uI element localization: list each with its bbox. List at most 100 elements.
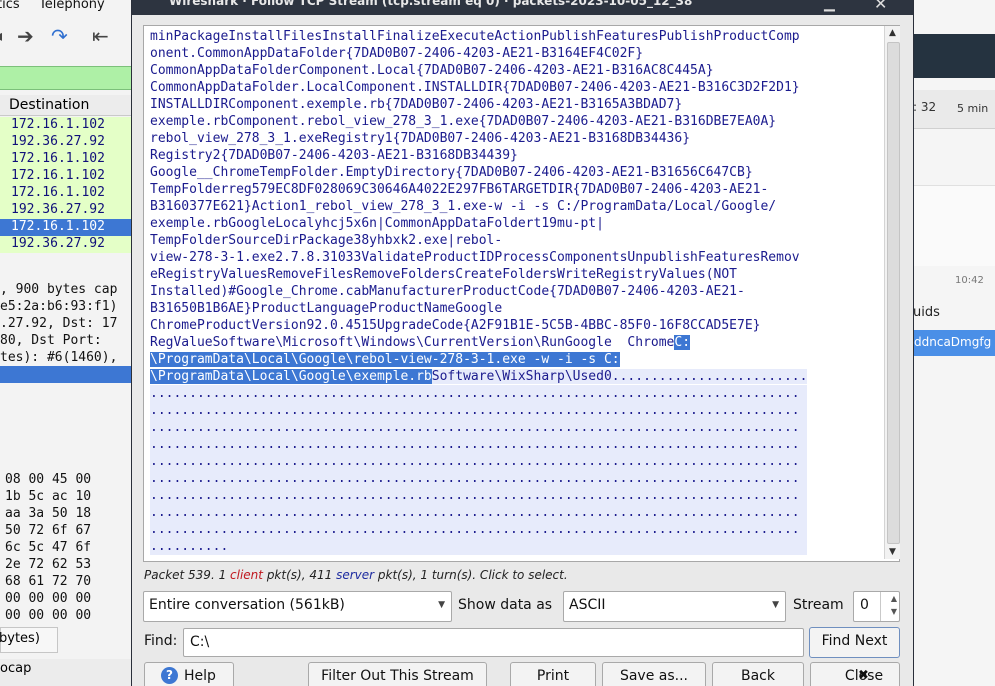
hex-bytes: 2e 72 62 53	[5, 557, 92, 572]
help-button[interactable]: ? Help	[144, 662, 234, 686]
chevron-down-icon: ▼	[772, 600, 779, 610]
stream-line: CommonAppDataFolder.LocalComponent.INSTA…	[150, 79, 807, 96]
stream-line: INSTALLDIRComponent.exemple.rb{7DAD0B07-…	[150, 96, 807, 113]
first-packet-icon[interactable]: ⇤	[92, 24, 109, 48]
background-app-right: : 32 5 min 10:42 uids ddncaDmgfg	[911, 0, 995, 686]
stream-number-spinbox[interactable]: 0 ▲ ▼	[853, 591, 900, 622]
stream-line: exemple.rbComponent.rebol_view_278_3_1.e…	[150, 113, 807, 130]
scroll-thumb[interactable]	[887, 42, 900, 544]
close-button[interactable]: ✖ Close	[810, 662, 900, 686]
arrow-right-icon[interactable]: ➔	[17, 24, 34, 48]
stream-line: ..........	[150, 538, 808, 555]
stream-line-text: Google__ChromeTempFolder.EmptyDirectory{…	[150, 165, 753, 180]
column-header-label: Destination	[9, 97, 90, 113]
find-input[interactable]	[188, 633, 792, 651]
scroll-up-icon[interactable]: ▲	[885, 26, 900, 40]
hex-bytes: 00 00 00 00	[5, 591, 92, 606]
stream-line-text: minPackageInstallFilesInstallFinalizeExe…	[150, 29, 800, 44]
packet-destination: 172.16.1.102	[11, 219, 105, 234]
print-label: Print	[536, 668, 570, 684]
packet-row[interactable]: 172.16.1.102	[0, 151, 150, 168]
stream-line: ........................................…	[150, 453, 808, 470]
conversation-select[interactable]: Entire conversation (561kB) ▼	[143, 591, 452, 622]
dialog-titlebar[interactable]: Wireshark · Follow TCP Stream (tcp.strea…	[132, 0, 913, 15]
stream-line: Installed)#Google_Chrome.cabManufacturer…	[150, 283, 807, 300]
stream-line-text: view-278-3-1.exe2.7.8.31033ValidateProdu…	[150, 250, 800, 265]
stream-line-text: ChromeProductVersion92.0.4515UpgradeCode…	[150, 318, 761, 333]
stream-info-text[interactable]: Packet 539. 1 client pkt(s), 411 server …	[144, 568, 568, 582]
stream-content-pane[interactable]: minPackageInstallFilesInstallFinalizeExe…	[143, 25, 900, 562]
detail-selected-row[interactable]	[0, 366, 150, 383]
main-toolbar: ◂ ➔ ↷ ⇤	[0, 22, 150, 54]
filter-out-stream-button[interactable]: Filter Out This Stream	[308, 662, 487, 686]
packet-destination: 192.36.27.92	[11, 236, 105, 251]
display-filter-bar[interactable]	[0, 66, 150, 90]
right-selected-item-label: ddncaDmgfg	[914, 335, 992, 349]
follow-stream-dialog: Wireshark · Follow TCP Stream (tcp.strea…	[131, 0, 914, 686]
packet-row[interactable]: 172.16.1.102	[0, 168, 150, 185]
column-header-destination[interactable]: Destination	[0, 95, 150, 116]
menu-statistics[interactable]: tics	[0, 0, 20, 12]
detail-text: .27.92, Dst: 17	[0, 316, 118, 331]
detail-text: , 900 bytes cap	[0, 282, 118, 297]
encoding-select[interactable]: ASCII ▼	[563, 591, 786, 622]
packet-row[interactable]: 192.36.27.92	[0, 134, 150, 151]
detail-line[interactable]: e5:2a:b6:93:f1)	[0, 299, 150, 316]
minimize-icon[interactable]: ▁	[824, 0, 835, 12]
right-selected-item[interactable]: ddncaDmgfg	[911, 330, 995, 356]
arrow-left-icon[interactable]: ◂	[0, 26, 2, 45]
stream-scrollbar[interactable]: ▲ ▼	[884, 26, 900, 559]
hex-bytes: aa 3a 50 18	[5, 506, 92, 521]
stream-line-text: ..........	[150, 539, 229, 554]
packet-row[interactable]: 172.16.1.102	[0, 219, 150, 236]
stream-line-text: ........................................…	[150, 488, 800, 503]
stream-line: exemple.rbGoogleLocalyhcj5x6n|CommonAppD…	[150, 215, 807, 232]
stream-line-text: Registry2{7DAD0B07-2406-4203-AE21-B3168D…	[150, 148, 518, 163]
spin-down-icon[interactable]: ▼	[891, 607, 897, 616]
bytes-tab[interactable]: bytes)	[0, 627, 58, 653]
detail-line[interactable]: , 900 bytes cap	[0, 282, 150, 299]
stream-line: ........................................…	[150, 470, 808, 487]
detail-line[interactable]: .27.92, Dst: 17	[0, 316, 150, 333]
back-button[interactable]: Back	[712, 662, 804, 686]
find-field[interactable]	[183, 628, 804, 657]
find-next-button[interactable]: Find Next	[809, 627, 900, 658]
packet-row[interactable]: 192.36.27.92	[0, 202, 150, 219]
stream-line-text: rebol_view_278_3_1.exeRegistry1{7DAD0B07…	[150, 131, 691, 146]
stream-label: Stream	[793, 597, 844, 613]
hex-bytes: 50 72 6f 67	[5, 523, 92, 538]
packet-row[interactable]: 172.16.1.102	[0, 185, 150, 202]
stream-line: RegValueSoftware\Microsoft\Windows\Curre…	[150, 334, 807, 351]
packet-row[interactable]: 172.16.1.102	[0, 117, 150, 134]
hex-bytes: 6c 5c 47 6f	[5, 540, 92, 555]
packet-row[interactable]: 192.36.27.92	[0, 236, 150, 253]
save-as-button[interactable]: Save as...	[602, 662, 706, 686]
stream-line-text: ........................................…	[150, 454, 800, 469]
stream-line-text: CommonAppDataFolderComponent.Local{7DAD0…	[150, 63, 714, 78]
show-data-as-label: Show data as	[458, 597, 553, 613]
right-time-b: 5 min	[957, 102, 989, 115]
stream-highlight: C:	[674, 335, 691, 350]
detail-line[interactable]: tes): #6(1460),	[0, 350, 150, 367]
jump-icon[interactable]: ↷	[51, 24, 68, 48]
spin-up-icon[interactable]: ▲	[891, 594, 897, 603]
menu-telephony[interactable]: Telephony	[39, 0, 105, 12]
stream-line: ........................................…	[150, 385, 808, 402]
detail-text: e5:2a:b6:93:f1)	[0, 299, 118, 314]
stream-line-text: exemple.rbGoogleLocalyhcj5x6n|CommonAppD…	[150, 216, 604, 231]
stream-line-text: eRegistryValuesRemoveFilesRemoveFoldersC…	[150, 267, 737, 282]
packet-destination: 192.36.27.92	[11, 134, 105, 149]
stream-line-text: onent.CommonAppDataFolder{7DAD0B07-2406-…	[150, 46, 644, 61]
right-time-c: 10:42	[955, 275, 984, 286]
stream-line: ........................................…	[150, 521, 808, 538]
hex-bytes: 00 00 00 00	[5, 608, 92, 623]
stream-line: B3160377E621}Action1_rebol_view_278_3_1.…	[150, 198, 807, 215]
bytes-tab-label: bytes)	[0, 631, 40, 646]
close-window-icon[interactable]: ✕	[874, 0, 887, 13]
detail-line[interactable]: 80, Dst Port:	[0, 333, 150, 350]
stream-line: onent.CommonAppDataFolder{7DAD0B07-2406-…	[150, 45, 807, 62]
stream-line-text: TempFolderSourceDirPackage38yhbxk2.exe|r…	[150, 233, 503, 248]
scroll-down-icon[interactable]: ▼	[885, 545, 900, 559]
stream-line-text: ........................................…	[150, 386, 800, 401]
print-button[interactable]: Print	[510, 662, 596, 686]
